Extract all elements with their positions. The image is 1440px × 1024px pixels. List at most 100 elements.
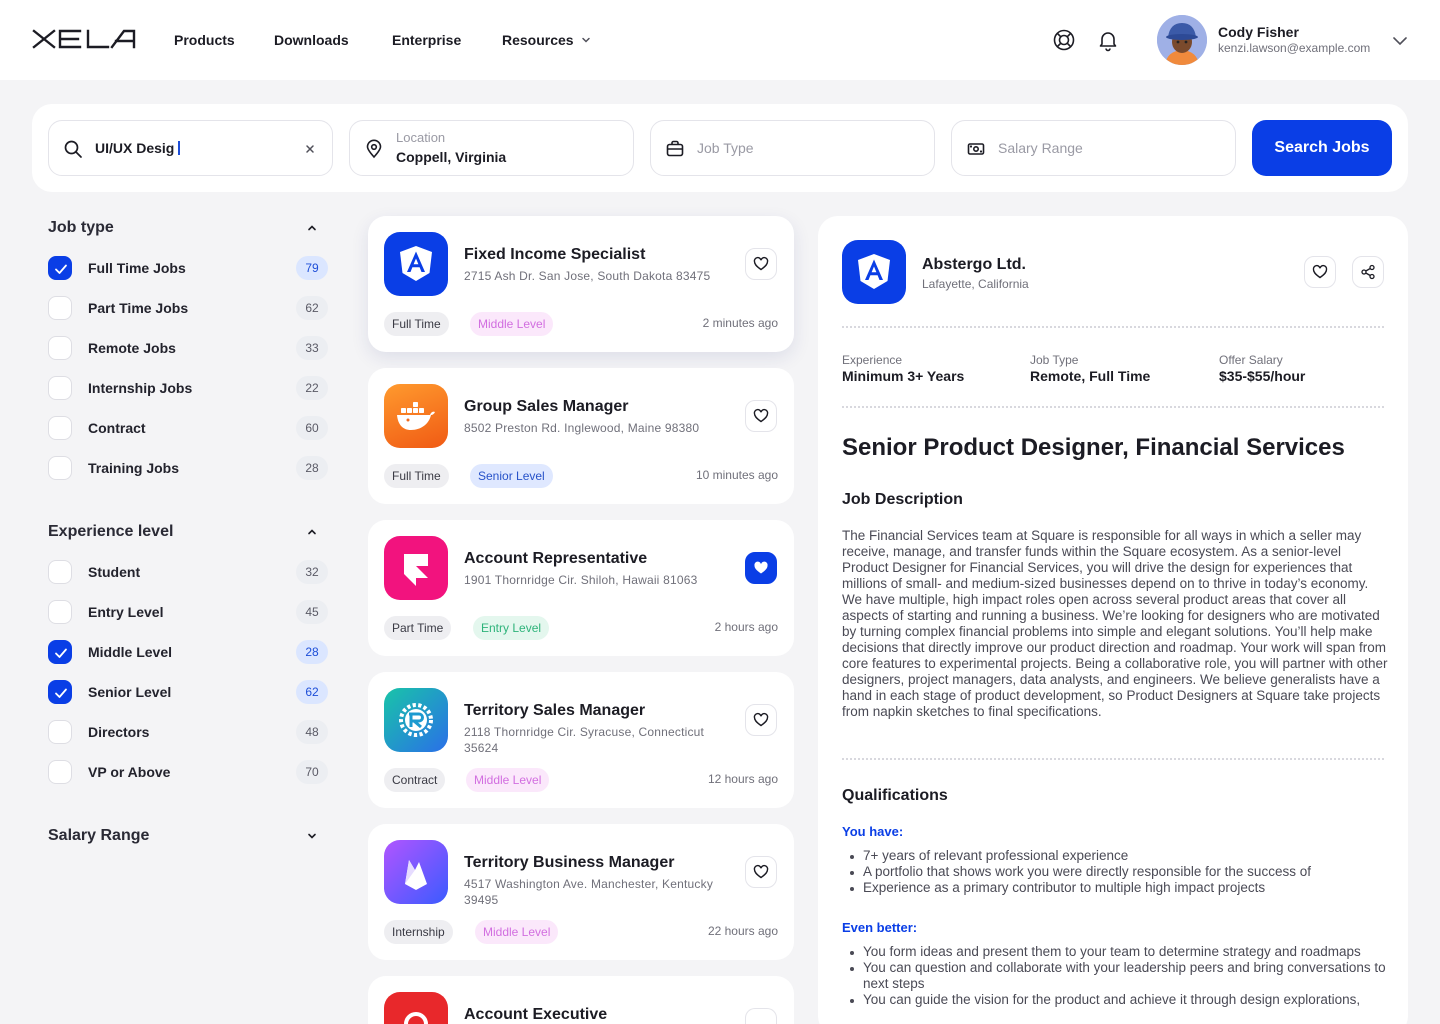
filter-vp-or-above[interactable]: VP or Above 70: [48, 760, 328, 784]
docker-icon: [397, 402, 435, 430]
filter-remote-jobs[interactable]: Remote Jobs 33: [48, 336, 328, 360]
job-search-bar: UI/UX Desig Location Coppell, Virginia J…: [32, 104, 1408, 192]
filter-part-time-jobs[interactable]: Part Time Jobs 62: [48, 296, 328, 320]
checkbox-checked[interactable]: [48, 640, 72, 664]
filter-label: Part Time Jobs: [88, 300, 189, 316]
location-pin-icon: [366, 139, 382, 159]
xela-logo[interactable]: [32, 28, 136, 55]
job-address: 2715 Ash Dr. San Jose, South Dakota 8347…: [464, 269, 711, 283]
list-item: You can guide the vision for the product…: [842, 992, 1388, 1008]
filter-training-jobs[interactable]: Training Jobs 28: [48, 456, 328, 480]
filter-label: Middle Level: [88, 644, 173, 660]
job-title: Account Representative: [464, 550, 648, 567]
user-avatar[interactable]: [1157, 15, 1207, 65]
job-card-territory-sales-manager[interactable]: Territory Sales Manager 2118 Thornridge …: [368, 672, 794, 808]
job-level-tag: Middle Level: [475, 920, 559, 944]
posted-time: 22 hours ago: [707, 924, 778, 938]
company-location: Lafayette, California: [922, 277, 1029, 291]
you-have-label: You have:: [842, 824, 904, 839]
filter-full-time-jobs[interactable]: Full Time Jobs 79: [48, 256, 328, 280]
bell-notification-icon[interactable]: [1096, 28, 1120, 52]
job-card-group-sales-manager[interactable]: Group Sales Manager 8502 Preston Rd. Ing…: [368, 368, 794, 504]
job-card-account-representative[interactable]: Account Representative 1901 Thornridge C…: [368, 520, 794, 656]
job-card-fixed-income-specialist[interactable]: Fixed Income Specialist 2715 Ash Dr. San…: [368, 216, 794, 352]
filter-count-badge: 28: [296, 640, 328, 664]
company-logo: [384, 688, 448, 752]
filter-count-badge: 22: [296, 376, 328, 400]
experience-value: Minimum 3+ Years: [842, 368, 965, 384]
filter-count-badge: 28: [296, 456, 328, 480]
nav-resources[interactable]: Resources: [502, 32, 574, 48]
filter-entry-level[interactable]: Entry Level 45: [48, 600, 328, 624]
checkbox[interactable]: [48, 760, 72, 784]
posted-time: 12 hours ago: [707, 772, 778, 786]
checkbox[interactable]: [48, 376, 72, 400]
salary-expand-chevron-down-icon[interactable]: [304, 828, 320, 844]
user-menu-chevron-down-icon[interactable]: [1392, 33, 1408, 49]
checkbox[interactable]: [48, 296, 72, 320]
check-icon: [55, 264, 67, 274]
job-level-tag: Middle Level: [470, 312, 554, 336]
offer-salary-value: $35-$55/hour: [1219, 368, 1306, 384]
location-select[interactable]: Location Coppell, Virginia: [349, 120, 634, 176]
checkbox[interactable]: [48, 720, 72, 744]
salary-range-select[interactable]: Salary Range: [951, 120, 1236, 176]
heart-outline-icon: [753, 256, 769, 271]
job-type-collapse-chevron-up-icon[interactable]: [304, 220, 320, 236]
checkbox[interactable]: [48, 336, 72, 360]
nav-products[interactable]: Products: [174, 32, 235, 48]
location-label: Location: [396, 130, 446, 145]
favorite-button-active[interactable]: [745, 552, 777, 584]
filter-senior-level[interactable]: Senior Level 62: [48, 680, 328, 704]
favorite-button[interactable]: [745, 704, 777, 736]
checkbox-checked[interactable]: [48, 256, 72, 280]
job-title: Territory Business Manager: [464, 854, 675, 871]
filter-label: Contract: [88, 420, 146, 436]
checkbox[interactable]: [48, 600, 72, 624]
heart-outline-icon: [753, 712, 769, 727]
angular-icon: [858, 254, 890, 289]
checkbox-checked[interactable]: [48, 680, 72, 704]
job-type-select[interactable]: Job Type: [650, 120, 935, 176]
nav-enterprise[interactable]: Enterprise: [392, 32, 461, 48]
filter-student[interactable]: Student 32: [48, 560, 328, 584]
checkbox[interactable]: [48, 416, 72, 440]
keyword-search-input[interactable]: UI/UX Desig: [48, 120, 333, 176]
user-email: kenzi.lawson@example.com: [1218, 41, 1371, 55]
job-level-tag: Middle Level: [466, 768, 550, 792]
filter-directors[interactable]: Directors 48: [48, 720, 328, 744]
company-logo: [384, 536, 448, 600]
experience-collapse-chevron-up-icon[interactable]: [304, 524, 320, 540]
filter-internship-jobs[interactable]: Internship Jobs 22: [48, 376, 328, 400]
keyword-value: UI/UX Desig: [95, 140, 181, 156]
job-type-tag: Internship: [384, 920, 453, 944]
avatar-illustration: [1157, 15, 1207, 65]
checkbox[interactable]: [48, 456, 72, 480]
list-item: You can question and collaborate with yo…: [842, 960, 1388, 992]
filter-count-badge: 45: [296, 600, 328, 624]
filter-contract[interactable]: Contract 60: [48, 416, 328, 440]
resources-chevron-down-icon[interactable]: [580, 34, 592, 46]
favorite-button[interactable]: [745, 856, 777, 888]
heart-outline-icon: [753, 408, 769, 423]
job-card-account-executive[interactable]: Account Executive: [368, 976, 794, 1024]
qualifications-heading: Qualifications: [842, 787, 948, 804]
filter-middle-level[interactable]: Middle Level 28: [48, 640, 328, 664]
job-card-territory-business-manager[interactable]: Territory Business Manager 4517 Washingt…: [368, 824, 794, 960]
favorite-button[interactable]: [745, 1008, 777, 1024]
clear-search-icon[interactable]: [302, 141, 318, 157]
job-title: Fixed Income Specialist: [464, 246, 646, 263]
favorite-button[interactable]: [1304, 256, 1336, 288]
salary-range-section-title[interactable]: Salary Range: [48, 827, 149, 845]
checkbox[interactable]: [48, 560, 72, 584]
search-jobs-button[interactable]: Search Jobs: [1252, 120, 1392, 176]
favorite-button[interactable]: [745, 248, 777, 280]
company-name: Abstergo Ltd.: [922, 256, 1026, 273]
filter-label: Student: [88, 564, 141, 580]
share-button[interactable]: [1352, 256, 1384, 288]
support-lifebuoy-icon[interactable]: [1052, 28, 1076, 52]
favorite-button[interactable]: [745, 400, 777, 432]
divider: [842, 406, 1384, 408]
nav-downloads[interactable]: Downloads: [274, 32, 349, 48]
posted-time: 2 hours ago: [714, 620, 778, 634]
